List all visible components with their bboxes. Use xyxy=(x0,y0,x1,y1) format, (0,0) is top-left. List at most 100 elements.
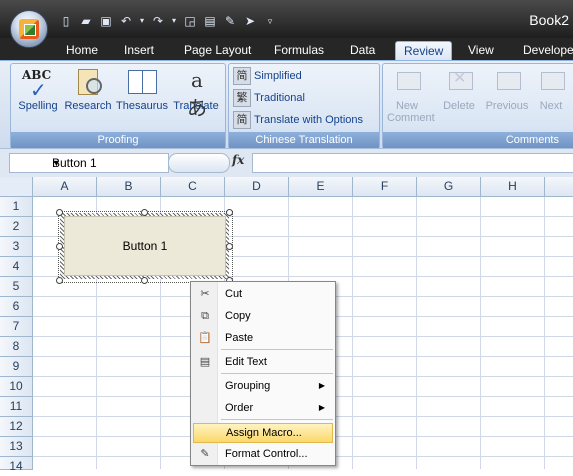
tab-data[interactable]: Data xyxy=(342,41,383,60)
row-header-6[interactable]: 6 xyxy=(0,297,33,317)
formula-input[interactable] xyxy=(252,153,573,173)
print-icon[interactable]: ▤ xyxy=(202,13,218,29)
new-comment-button[interactable]: New Comment xyxy=(385,66,435,124)
traditional-button[interactable]: 繁 Traditional xyxy=(233,88,305,108)
redo-icon[interactable]: ↷ xyxy=(150,13,166,29)
translate-button[interactable]: aあ Translate xyxy=(171,66,221,120)
resize-handle-left[interactable] xyxy=(56,243,63,250)
resize-handle-top-left[interactable] xyxy=(56,209,63,216)
simplified-icon: 简 xyxy=(233,67,251,85)
menu-item-grouping[interactable]: Grouping ▶ xyxy=(193,376,333,396)
translate-with-options-label: Translate with Options xyxy=(254,114,364,126)
print-preview-icon[interactable]: ◲ xyxy=(182,13,198,29)
row-header-1[interactable]: 1 xyxy=(0,197,33,217)
undo-icon[interactable]: ↶ xyxy=(118,13,134,29)
name-box-dropdown-icon[interactable]: ▼ xyxy=(52,154,166,172)
menu-item-order[interactable]: Order ▶ xyxy=(193,398,333,418)
delete-label: Delete xyxy=(443,100,475,112)
menu-separator xyxy=(221,419,333,420)
row-header-4[interactable]: 4 xyxy=(0,257,33,277)
tab-insert[interactable]: Insert xyxy=(116,41,162,60)
row-header-14[interactable]: 14 xyxy=(0,457,33,473)
tab-home[interactable]: Home xyxy=(58,41,106,60)
research-button[interactable]: Research xyxy=(63,66,113,112)
resize-handle-top-right[interactable] xyxy=(226,209,233,216)
name-box[interactable]: Button 1 ▼ xyxy=(9,153,169,173)
previous-comment-button[interactable]: Previous xyxy=(483,66,531,112)
menu-item-format-control[interactable]: ✎ Format Control... xyxy=(193,444,333,464)
spelling-icon: ABC ✓ xyxy=(22,66,54,102)
resize-handle-top[interactable] xyxy=(141,209,148,216)
delete-comment-button[interactable]: ✕ Delete xyxy=(439,66,479,112)
quick-access-toolbar: ▯ ▰ ▣ ↶ ▾ ↷ ▾ ◲ ▤ ✎ ➤ ▿ xyxy=(58,12,278,30)
next-comment-icon xyxy=(535,66,567,98)
row-header-12[interactable]: 12 xyxy=(0,417,33,437)
ribbon: ABC ✓ Spelling Research Thesaurus aあ Tra… xyxy=(0,60,573,149)
select-pointer-icon[interactable]: ➤ xyxy=(242,13,258,29)
column-header-f[interactable]: F xyxy=(353,177,417,197)
row-header-10[interactable]: 10 xyxy=(0,377,33,397)
column-header-d[interactable]: D xyxy=(225,177,289,197)
redo-dropdown-icon[interactable]: ▾ xyxy=(170,13,178,29)
open-icon[interactable]: ▰ xyxy=(78,13,94,29)
office-logo-icon xyxy=(19,19,39,39)
menu-item-cut[interactable]: ✂ Cut xyxy=(193,284,333,304)
tab-page-layout[interactable]: Page Layout xyxy=(176,41,259,60)
formula-bar-splitter[interactable] xyxy=(168,153,230,173)
new-file-icon[interactable]: ▯ xyxy=(58,13,74,29)
column-header-a[interactable]: A xyxy=(33,177,97,197)
cut-label: Cut xyxy=(225,288,243,300)
tab-view[interactable]: View xyxy=(460,41,502,60)
column-header-e[interactable]: E xyxy=(289,177,353,197)
chinese-translation-group-label: Chinese Translation xyxy=(229,132,379,148)
form-button-1[interactable]: Button 1 xyxy=(64,216,226,276)
simplified-label: Simplified xyxy=(254,70,302,82)
row-header-5[interactable]: 5 xyxy=(0,277,33,297)
tab-review[interactable]: Review xyxy=(395,41,453,61)
translate-with-options-button[interactable]: 简 Translate with Options xyxy=(233,110,363,130)
thesaurus-label: Thesaurus xyxy=(116,100,168,112)
thesaurus-button[interactable]: Thesaurus xyxy=(114,66,170,112)
context-menu: ✂ Cut ⧉ Copy 📋 Paste ▤ Edit Text Groupin… xyxy=(190,281,336,466)
ribbon-tabs: Home Insert Page Layout Formulas Data Re… xyxy=(0,38,573,61)
research-label: Research xyxy=(64,100,112,112)
row-header-9[interactable]: 9 xyxy=(0,357,33,377)
row-header-8[interactable]: 8 xyxy=(0,337,33,357)
next-comment-button[interactable]: Next xyxy=(533,66,569,112)
column-header-c[interactable]: C xyxy=(161,177,225,197)
tab-formulas[interactable]: Formulas xyxy=(266,41,332,60)
column-header-i[interactable] xyxy=(545,177,573,197)
column-header-g[interactable]: G xyxy=(417,177,481,197)
row-header-3[interactable]: 3 xyxy=(0,237,33,257)
select-all-corner[interactable] xyxy=(0,177,33,197)
research-icon xyxy=(72,66,104,98)
resize-handle-bottom-left[interactable] xyxy=(56,277,63,284)
menu-item-copy[interactable]: ⧉ Copy xyxy=(193,306,333,326)
tab-developer[interactable]: Developer xyxy=(515,41,573,60)
resize-handle-bottom[interactable] xyxy=(141,277,148,284)
qat-customize-icon[interactable]: ▿ xyxy=(262,13,278,29)
simplified-button[interactable]: 简 Simplified xyxy=(233,66,302,86)
row-header-11[interactable]: 11 xyxy=(0,397,33,417)
order-label: Order xyxy=(225,402,254,414)
assign-macro-label: Assign Macro... xyxy=(226,427,302,439)
office-button[interactable] xyxy=(10,10,48,48)
previous-label: Previous xyxy=(485,100,529,112)
column-header-b[interactable]: B xyxy=(97,177,161,197)
chinese-translation-group: 简 Simplified 繁 Traditional 简 Translate with… xyxy=(228,63,380,149)
row-header-13[interactable]: 13 xyxy=(0,437,33,457)
checkmark-icon: ✓ xyxy=(30,80,47,102)
resize-handle-right[interactable] xyxy=(226,243,233,250)
undo-dropdown-icon[interactable]: ▾ xyxy=(138,13,146,29)
insert-function-icon[interactable]: fx xyxy=(232,153,244,167)
menu-item-paste[interactable]: 📋 Paste xyxy=(193,328,333,348)
spelling-button[interactable]: ABC ✓ Spelling xyxy=(15,66,61,112)
row-header-2[interactable]: 2 xyxy=(0,217,33,237)
save-icon[interactable]: ▣ xyxy=(98,13,114,29)
column-header-h[interactable]: H xyxy=(481,177,545,197)
format-painter-icon[interactable]: ✎ xyxy=(222,13,238,29)
menu-item-edit-text[interactable]: ▤ Edit Text xyxy=(193,352,333,372)
menu-item-assign-macro[interactable]: Assign Macro... xyxy=(193,423,333,443)
menu-separator xyxy=(221,373,333,374)
row-header-7[interactable]: 7 xyxy=(0,317,33,337)
